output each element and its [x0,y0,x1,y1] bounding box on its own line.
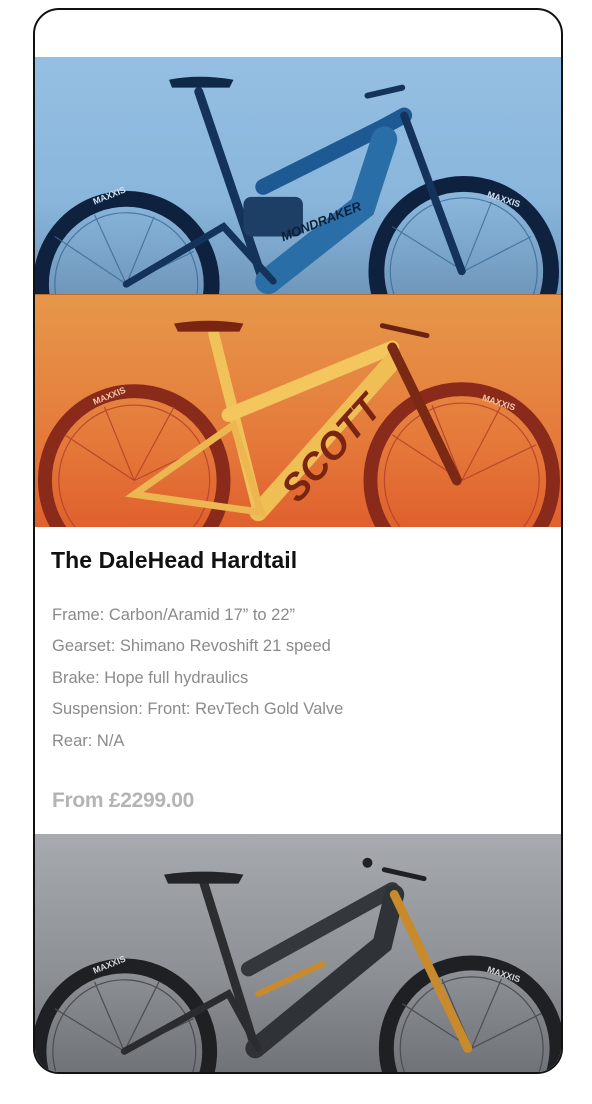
spec-suspension: Suspension: Front: RevTech Gold Valve [52,700,344,718]
product-title: The DaleHead Hardtail [51,547,298,573]
orange-bike-image[interactable]: SCOTT MAXXIS MAXXIS [35,294,561,528]
spec-rear: Rear: N/A [52,732,125,750]
blue-bike-image[interactable]: MONDRAKER MAXXIS MAXXIS [35,57,561,294]
orange-bike-illustration: SCOTT MAXXIS MAXXIS [38,320,560,528]
spec-gearset: Gearset: Shimano Revoshift 21 speed [52,637,331,655]
phone-frame: MONDRAKER MAXXIS MAXXIS SCOTT MAXXIS MAX… [33,8,563,1074]
product-price: From £2299.00 [52,789,195,812]
grey-bike-illustration: MAXXIS MAXXIS [35,857,561,1072]
product-info[interactable]: The DaleHead Hardtail Frame: Carbon/Aram… [35,527,561,834]
spec-frame: Frame: Carbon/Aramid 17” to 22” [52,606,296,624]
blue-bike-illustration: MONDRAKER MAXXIS MAXXIS [35,76,559,294]
spec-brake: Brake: Hope full hydraulics [52,669,249,687]
grey-bike-image[interactable]: MAXXIS MAXXIS [35,834,561,1072]
